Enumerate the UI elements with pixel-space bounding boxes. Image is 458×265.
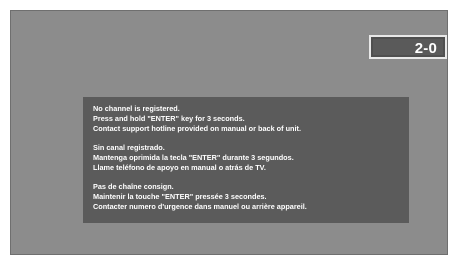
message-line: No channel is registered. (93, 104, 180, 113)
message-block-english: No channel is registered. Press and hold… (93, 104, 399, 134)
tv-screen: 2-0 No channel is registered. Press and … (10, 10, 448, 255)
message-line: Contacter numero d'urgence dans manuel o… (93, 202, 307, 211)
message-line: Maintenir la touche "ENTER" pressée 3 se… (93, 192, 267, 201)
message-line: Sin canal registrado. (93, 143, 165, 152)
message-block-french: Pas de chaîne consign. Maintenir la touc… (93, 182, 399, 212)
channel-number: 2-0 (414, 40, 437, 57)
message-line: Llame teléfono de apoyo en manual o atrá… (93, 163, 266, 172)
message-line: Pas de chaîne consign. (93, 182, 174, 191)
channel-indicator: 2-0 (369, 35, 447, 59)
no-channel-message-box: No channel is registered. Press and hold… (83, 97, 409, 223)
message-line: Press and hold "ENTER" key for 3 seconds… (93, 114, 245, 123)
message-block-spanish: Sin canal registrado. Mantenga oprimida … (93, 143, 399, 173)
message-line: Mantenga oprimida la tecla "ENTER" duran… (93, 153, 294, 162)
message-line: Contact support hotline provided on manu… (93, 124, 301, 133)
